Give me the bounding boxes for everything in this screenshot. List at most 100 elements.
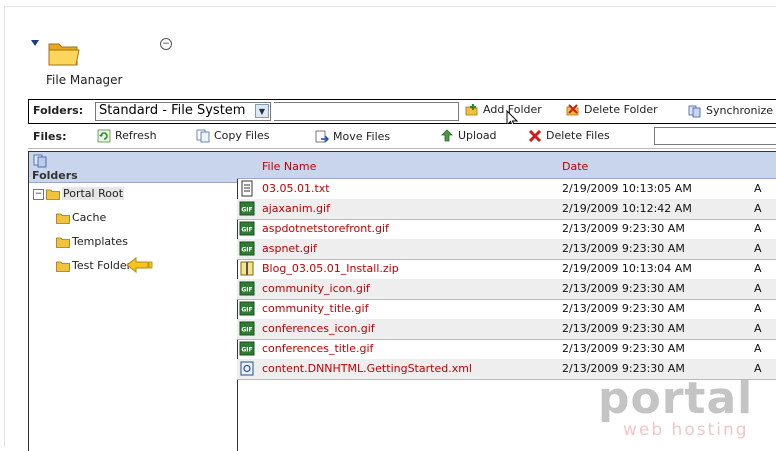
upload-button[interactable]: Upload (440, 129, 497, 143)
svg-text:GIF: GIF (241, 227, 252, 234)
files-toolbar: Files: Refresh Copy Files Move Files Upl… (28, 124, 776, 149)
tree-item-templates[interactable]: Templates (56, 235, 128, 248)
svg-text:GIF: GIF (241, 307, 252, 314)
file-name-link[interactable]: conferences_title.gif (262, 342, 373, 355)
file-name-link[interactable]: Blog_03.05.01_Install.zip (262, 262, 399, 275)
synchronize-label: Synchronize (706, 104, 774, 117)
table-row[interactable]: GIF aspnet.gif 2/13/2009 9:23:30 AM A (237, 239, 776, 260)
file-type-txt-icon (241, 180, 253, 197)
file-attribute: A (754, 342, 762, 355)
table-row[interactable]: 03.05.01.txt 2/19/2009 10:13:05 AM A (237, 179, 776, 200)
file-name-link[interactable]: content.DNNHTML.GettingStarted.xml (262, 362, 472, 375)
move-files-button[interactable]: Move Files (315, 130, 390, 144)
file-filter-input[interactable] (654, 127, 776, 145)
folders-header-icon (33, 154, 47, 168)
file-date: 2/13/2009 9:23:30 AM (562, 342, 685, 355)
folder-icon (56, 261, 70, 272)
delete-files-button[interactable]: Delete Files (528, 129, 610, 143)
table-row[interactable]: Blog_03.05.01_Install.zip 2/19/2009 10:13… (237, 259, 776, 280)
file-type-gif-icon: GIF (239, 281, 255, 296)
synchronize-button[interactable]: Synchronize (688, 104, 773, 118)
minimize-icon[interactable]: − (160, 38, 172, 50)
synchronize-icon (688, 105, 701, 118)
folders-header-label: Folders (32, 169, 78, 182)
file-date: 2/13/2009 9:23:30 AM (562, 282, 685, 295)
chevron-down-icon[interactable]: ▼ (255, 104, 269, 118)
table-row[interactable]: GIF conferences_icon.gif 2/13/2009 9:23:30… (237, 319, 776, 340)
folder-name-input[interactable] (274, 102, 459, 121)
svg-text:GIF: GIF (241, 347, 252, 354)
delete-folder-button[interactable]: Delete Folder (566, 103, 658, 117)
move-files-label: Move Files (333, 130, 391, 143)
delete-x-icon (528, 129, 542, 143)
upload-icon (441, 129, 453, 142)
tree-collapse-icon[interactable]: − (33, 188, 44, 200)
tree-item-cache[interactable]: Cache (56, 211, 106, 224)
file-name-link[interactable]: conferences_icon.gif (262, 322, 375, 335)
collapse-arrow-icon[interactable] (31, 40, 39, 46)
file-type-zip-icon (240, 261, 254, 276)
file-type-gif-icon: GIF (239, 321, 255, 336)
file-type-gif-icon: GIF (239, 221, 255, 236)
copy-files-button[interactable]: Copy Files (196, 129, 270, 143)
file-name-link[interactable]: aspdotnetstorefront.gif (262, 222, 389, 235)
file-date: 2/13/2009 9:23:30 AM (562, 302, 685, 315)
table-row[interactable]: GIF community_title.gif 2/13/2009 9:23:30 … (237, 299, 776, 320)
folder-type-select[interactable]: Standard - File System ▼ (95, 102, 271, 121)
add-folder-icon (465, 104, 478, 116)
watermark-logo: portal (598, 373, 754, 424)
copy-files-icon (196, 129, 210, 143)
upload-label: Upload (458, 129, 497, 142)
refresh-icon (97, 129, 111, 143)
file-name-link[interactable]: community_title.gif (262, 302, 368, 315)
file-name-link[interactable]: ajaxanim.gif (262, 202, 330, 215)
file-date: 2/19/2009 10:13:05 AM (562, 182, 692, 195)
folder-type-value: Standard - File System (99, 103, 246, 118)
folder-tree-panel: Folders − Portal Root Cache Templates Tes… (28, 151, 238, 451)
pointer-arrow-icon (126, 257, 153, 273)
svg-text:GIF: GIF (241, 247, 252, 254)
table-row[interactable]: GIF ajaxanim.gif 2/19/2009 10:12:42 AM A (237, 199, 776, 220)
folders-label: Folders: (33, 104, 84, 117)
column-header-file-name[interactable]: File Name (262, 160, 316, 173)
tree-item-portal-root[interactable]: − Portal Root (33, 187, 125, 200)
table-row[interactable]: GIF aspdotnetstorefront.gif 2/13/2009 9:23… (237, 219, 776, 240)
folder-icon (56, 213, 70, 224)
file-attribute: A (754, 262, 762, 275)
watermark-tagline: web hosting (623, 420, 749, 440)
file-type-gif-icon: GIF (239, 301, 255, 316)
file-date: 2/13/2009 9:23:30 AM (562, 222, 685, 235)
file-date: 2/19/2009 10:13:04 AM (562, 262, 692, 275)
file-date: 2/19/2009 10:12:42 AM (562, 202, 692, 215)
add-folder-button[interactable]: Add Folder (465, 103, 542, 117)
file-type-gif-icon: GIF (239, 201, 255, 216)
table-row[interactable]: GIF community_icon.gif 2/13/2009 9:23:30 A… (237, 279, 776, 300)
folder-tree-header: Folders (29, 152, 237, 183)
table-row[interactable]: GIF conferences_title.gif 2/13/2009 9:23:3… (237, 339, 776, 360)
file-attribute: A (754, 182, 762, 195)
file-name-link[interactable]: aspnet.gif (262, 242, 317, 255)
delete-files-label: Delete Files (546, 129, 610, 142)
file-attribute: A (754, 322, 762, 335)
file-attribute: A (754, 302, 762, 315)
module-title: File Manager (46, 73, 123, 87)
folders-toolbar: Folders: Standard - File System ▼ Add Fo… (28, 99, 776, 124)
folder-icon (56, 237, 70, 248)
tree-item-label: Test Folder (72, 259, 132, 272)
delete-folder-label: Delete Folder (584, 103, 658, 116)
refresh-label: Refresh (115, 129, 157, 142)
tree-item-label: Templates (72, 235, 128, 248)
tree-item-label: Portal Root (62, 187, 125, 200)
file-name-link[interactable]: community_icon.gif (262, 282, 370, 295)
file-type-gif-icon: GIF (239, 341, 255, 356)
svg-text:GIF: GIF (241, 327, 252, 334)
file-date: 2/13/2009 9:23:30 AM (562, 242, 685, 255)
file-date: 2/13/2009 9:23:30 AM (562, 322, 685, 335)
file-manager-folder-icon (48, 43, 80, 66)
refresh-button[interactable]: Refresh (97, 129, 157, 143)
tree-item-test-folder[interactable]: Test Folder (56, 259, 131, 272)
delete-folder-icon (566, 104, 579, 116)
column-header-date[interactable]: Date (562, 160, 588, 173)
file-attribute: A (754, 242, 762, 255)
file-name-link[interactable]: 03.05.01.txt (262, 182, 330, 195)
